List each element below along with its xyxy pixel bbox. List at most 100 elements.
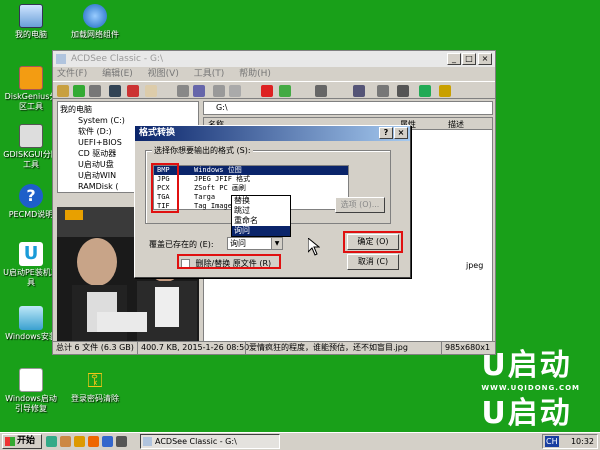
home-icon[interactable] (127, 85, 139, 97)
clock[interactable]: 10:32 (571, 435, 594, 448)
copy-icon[interactable] (213, 85, 225, 97)
taskbar-item-acdsee[interactable]: ACDSee Classic - G:\ (140, 434, 280, 449)
folder-up-icon[interactable] (145, 85, 157, 97)
status-dimensions: 985x680x1 (441, 342, 490, 354)
tree-item[interactable]: 我的电脑 (60, 104, 196, 115)
maximize-button[interactable]: □ (462, 53, 476, 65)
key-icon: ⚿ (87, 368, 103, 392)
overwrite-option-skip[interactable]: 跳过 (232, 206, 290, 216)
format-item-jpg[interactable]: JPG JPEG JFIF 格式 (154, 175, 348, 184)
column-description[interactable]: 描述 (448, 119, 464, 130)
desktop-icon-network[interactable]: 加载网络组件 (60, 4, 130, 40)
mouse-cursor-icon (308, 238, 320, 256)
delete-icon[interactable] (261, 85, 273, 97)
menu-tools[interactable]: 工具(T) (194, 69, 225, 79)
search-icon[interactable] (89, 85, 101, 97)
language-indicator[interactable]: CH (545, 436, 559, 447)
window-titlebar[interactable]: ACDSee Classic - G:\ _ □ × (53, 51, 495, 67)
icon-label: PECMD说明 (8, 210, 54, 219)
print-icon[interactable] (177, 85, 189, 97)
icon-label: Windows启动引导修复 (5, 394, 57, 413)
status-bar: 总计 6 文件 (6.3 GB) 400.7 KB, 2015-1-26 08:… (53, 341, 495, 354)
cancel-button[interactable]: 取消 (C) (347, 254, 399, 270)
menu-view[interactable]: 视图(V) (148, 69, 179, 79)
icon-label: DiskGenius分区工具 (4, 92, 58, 111)
overwrite-option-replace[interactable]: 替换 (232, 196, 290, 206)
brand-text: U启动 (481, 396, 572, 431)
overwrite-value: 询问 (230, 239, 246, 248)
lightbulb-icon[interactable] (439, 85, 451, 97)
thumbnails-icon[interactable] (353, 85, 365, 97)
icon-label: 登录密码清除 (71, 394, 119, 403)
icon-label: U启动PE装机工具 (3, 268, 59, 287)
menu-help[interactable]: 帮助(H) (239, 69, 271, 79)
window-title: ACDSee Classic - G:\ (71, 54, 163, 64)
taskbar: 开始 ACDSee Classic - G:\ CH 10:32 (0, 432, 600, 450)
help-icon: ? (19, 184, 43, 208)
options-button[interactable]: 选项 (O)... (335, 197, 385, 213)
status-total: 总计 6 文件 (6.3 GB) (56, 343, 134, 352)
disk-tool-icon (19, 124, 43, 148)
status-filename: 爱情疯狂的程度，谁能预估，还不如盲目.jpg (245, 342, 408, 354)
quicklaunch-cmd-icon[interactable] (116, 436, 127, 447)
email-icon[interactable] (193, 85, 205, 97)
diskgenius-icon (19, 66, 43, 90)
format-desc: JPEG JFIF 格式 (194, 175, 251, 183)
dialog-close-button[interactable]: × (394, 127, 408, 139)
globe-icon (83, 4, 107, 28)
list-icon[interactable] (397, 85, 409, 97)
dialog-title: 格式转换 (139, 128, 176, 138)
format-convert-dialog: 格式转换 ? × 选择你想要输出的格式 (S): BMP Windows 位图 … (134, 125, 411, 278)
acdsee-app-icon (56, 54, 66, 64)
menu-edit[interactable]: 编辑(E) (102, 69, 133, 79)
minimize-button[interactable]: _ (447, 53, 461, 65)
desktop-icon-boot-repair[interactable]: Windows启动引导修复 (2, 368, 60, 414)
desktop-icon-my-computer[interactable]: 我的电脑 (2, 4, 60, 40)
windows-icon (19, 306, 43, 330)
toolbar (53, 81, 495, 99)
overwrite-dropdown[interactable]: 替换 跳过 重命名 询问 (231, 195, 291, 237)
quicklaunch-network-icon[interactable] (102, 436, 113, 447)
slideshow-icon[interactable] (419, 85, 431, 97)
quicklaunch-browser-icon[interactable] (88, 436, 99, 447)
menu-file[interactable]: 文件(F) (57, 69, 87, 79)
brand-logo-top: U启动 WWW.UQIDONG.COM (481, 340, 580, 392)
details-icon[interactable] (377, 85, 389, 97)
move-icon[interactable] (229, 85, 241, 97)
dialog-titlebar[interactable]: 格式转换 ? × (135, 126, 410, 141)
address-bar[interactable]: G:\ (203, 101, 493, 115)
highlight-format-codes (151, 163, 179, 213)
icon-label: 我的电脑 (15, 30, 47, 39)
quicklaunch-folder-icon[interactable] (74, 436, 85, 447)
overwrite-label: 覆盖已存在的 (E): (149, 240, 214, 249)
format-desc: Targa (194, 193, 216, 201)
format-item-bmp[interactable]: BMP Windows 位图 (154, 166, 348, 175)
format-desc: Windows 位图 (194, 166, 242, 174)
refresh-icon[interactable] (73, 85, 85, 97)
computer-icon (19, 4, 43, 28)
close-button[interactable]: × (478, 53, 492, 65)
windows-flag-icon (5, 437, 15, 446)
desktop-icon-password-clear[interactable]: ⚿ 登录密码清除 (60, 368, 130, 404)
highlight-ok-button (343, 231, 403, 253)
start-button[interactable]: 开始 (2, 434, 42, 449)
overwrite-option-ask[interactable]: 询问 (232, 226, 290, 236)
highlight-delete-checkbox (177, 254, 281, 269)
uqidong-icon: U (19, 242, 43, 266)
format-desc: ZSoft PC 画刷 (194, 184, 246, 192)
convert-icon[interactable] (279, 85, 291, 97)
overwrite-option-rename[interactable]: 重命名 (232, 216, 290, 226)
quicklaunch-desktop-icon[interactable] (46, 436, 57, 447)
first-aid-icon (19, 368, 43, 392)
format-item-pcx[interactable]: PCX ZSoft PC 画刷 (154, 184, 348, 193)
folder-icon[interactable] (57, 85, 69, 97)
help-button[interactable]: ? (379, 127, 393, 139)
chevron-down-icon[interactable]: ▼ (271, 238, 282, 249)
menubar: 文件(F) 编辑(E) 视图(V) 工具(T) 帮助(H) (53, 67, 495, 81)
acdsee-task-icon (143, 437, 152, 446)
rotate-icon[interactable] (315, 85, 327, 97)
binoculars-icon[interactable] (109, 85, 121, 97)
file-type-cell: jpeg (466, 261, 484, 270)
quicklaunch-tool-icon[interactable] (60, 436, 71, 447)
overwrite-select[interactable]: 询问 ▼ (227, 237, 283, 250)
